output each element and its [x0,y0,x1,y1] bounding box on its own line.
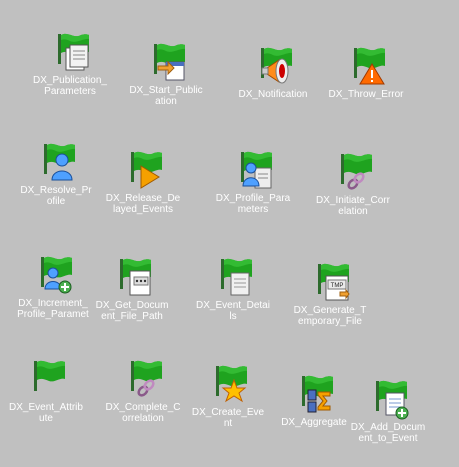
doc-plus-icon [364,377,412,421]
activity-label: DX_Resolve_Pr ofile [20,185,92,207]
activity-item[interactable]: DX_Event_Detai ls [185,255,281,322]
warning-triangle-icon [342,44,390,88]
activity-item[interactable]: DX_Complete_C orrelation [95,357,191,424]
activity-label: DX_Publication_ Parameters [33,75,107,97]
activity-item[interactable]: DX_Event_Attrib ute [0,357,94,424]
activity-label: DX_Get_Docum ent_File_Path [95,300,169,322]
chain-link-icon [329,150,377,194]
activity-item[interactable]: DX_Add_Docum ent_to_Event [340,377,436,444]
activity-label: DX_Add_Docum ent_to_Event [350,422,426,444]
activity-item[interactable]: DX_Create_Eve nt [180,362,276,429]
doc-dots-icon [108,255,156,299]
activity-item[interactable]: DX_Publication_ Parameters [22,30,118,97]
activity-label: DX_Complete_C orrelation [105,402,181,424]
svg-text:TMP: TMP [331,283,344,289]
chain-link-icon [119,357,167,401]
activity-label: DX_Release_De layed_Events [105,193,181,215]
activity-label: DX_Event_Attrib ute [9,402,83,424]
activity-label: DX_Initiate_Corr elation [316,195,390,217]
activity-item[interactable]: DX_Resolve_Pr ofile [8,140,104,207]
icon-canvas: DX_Publication_ Parameters DX_Start_Publ… [0,0,459,467]
doc-stack-icon [46,30,94,74]
activity-label: DX_Profile_Para meters [215,193,291,215]
activity-item[interactable]: DX_Profile_Para meters [205,148,301,215]
doc-arrow-icon [142,40,190,84]
activity-label: DX_Throw_Error [328,89,404,100]
star-burst-icon [204,362,252,406]
activity-item[interactable]: DX_Release_De layed_Events [95,148,191,215]
activity-item[interactable]: TMP DX_Generate_T emporary_File [282,260,378,327]
activity-item[interactable]: DX_Start_Public ation [118,40,214,107]
activity-item[interactable]: DX_Throw_Error [318,44,414,100]
play-arrow-icon [119,148,167,192]
person-doc-icon [229,148,277,192]
doc-icon [209,255,257,299]
activity-label: DX_Create_Eve nt [191,407,265,429]
sigma-icon [290,372,338,416]
activity-label: DX_Event_Detai ls [196,300,270,322]
person-icon [32,140,80,184]
activity-label: DX_Start_Public ation [129,85,203,107]
activity-item[interactable]: DX_Get_Docum ent_File_Path [84,255,180,322]
activity-label: DX_Notification [238,89,308,100]
megaphone-icon [249,44,297,88]
person-plus-icon [29,253,77,297]
activity-item[interactable]: DX_Notification [225,44,321,100]
activity-label: DX_Generate_T emporary_File [293,305,367,327]
flag-icon [22,357,70,401]
tmp-file-icon: TMP [306,260,354,304]
activity-item[interactable]: DX_Initiate_Corr elation [305,150,401,217]
